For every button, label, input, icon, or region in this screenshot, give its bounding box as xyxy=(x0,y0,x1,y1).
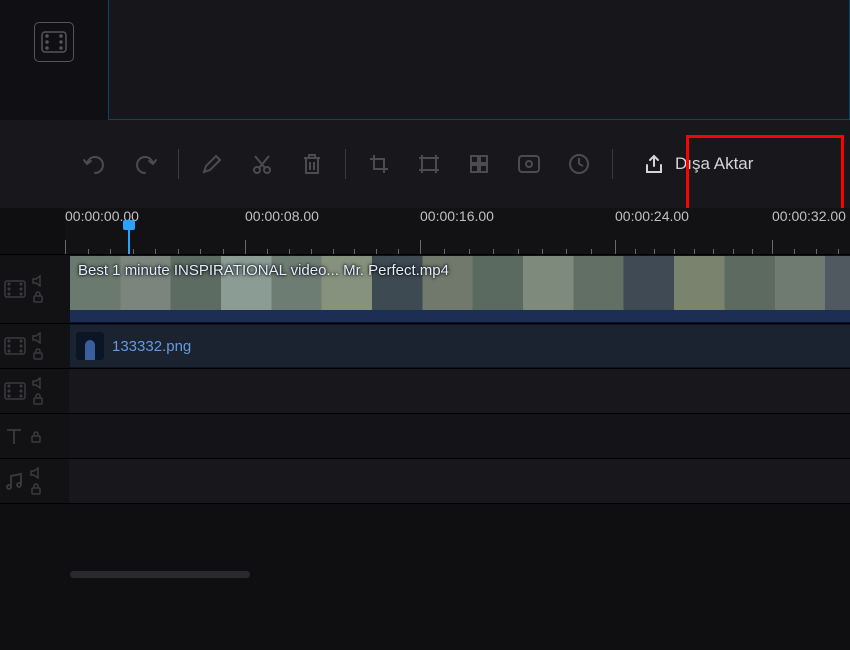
filmstrip-icon xyxy=(4,382,26,400)
export-label: Dışa Aktar xyxy=(675,154,753,174)
image-clip[interactable]: 133332.png xyxy=(69,324,850,368)
toolbar-divider xyxy=(612,149,613,179)
media-area xyxy=(0,0,850,120)
lock-icon[interactable] xyxy=(30,430,42,443)
export-button[interactable]: Dışa Aktar xyxy=(625,145,771,183)
track-body[interactable] xyxy=(69,369,850,413)
transform-button[interactable] xyxy=(404,144,454,184)
music-icon xyxy=(4,471,24,491)
timecode-label: 00:00:16.00 xyxy=(420,208,494,224)
media-sidebar xyxy=(0,0,108,120)
speed-button[interactable] xyxy=(554,144,604,184)
track-body[interactable]: 133332.png xyxy=(69,324,850,368)
edit-button[interactable] xyxy=(187,144,237,184)
timeline-footer xyxy=(0,503,850,584)
track-body[interactable] xyxy=(69,459,850,503)
horizontal-scrollbar[interactable] xyxy=(70,571,250,578)
video-track-2[interactable]: 133332.png xyxy=(0,323,850,368)
track-head xyxy=(0,369,69,413)
lock-icon[interactable] xyxy=(32,347,46,360)
audio-track[interactable] xyxy=(0,458,850,503)
lock-icon[interactable] xyxy=(32,392,46,405)
clip-label: Best 1 minute INSPIRATIONAL video... Mr.… xyxy=(78,262,449,279)
delete-button[interactable] xyxy=(287,144,337,184)
cut-button[interactable] xyxy=(237,144,287,184)
timeline-tracks: Best 1 minute INSPIRATIONAL video... Mr.… xyxy=(0,254,850,584)
undo-button[interactable] xyxy=(70,144,120,184)
track-head xyxy=(0,459,69,503)
video-clip[interactable]: Best 1 minute INSPIRATIONAL video... Mr.… xyxy=(69,255,850,323)
video-track-3[interactable] xyxy=(0,368,850,413)
clip-thumbnail xyxy=(76,332,104,360)
export-icon xyxy=(643,153,665,175)
clip-label: 133332.png xyxy=(112,338,191,355)
media-tab-button[interactable] xyxy=(34,22,74,62)
toolbar-divider xyxy=(345,149,346,179)
mosaic-button[interactable] xyxy=(454,144,504,184)
timeline-toolbar: Dışa Aktar xyxy=(0,120,850,208)
mute-icon[interactable] xyxy=(32,275,46,287)
lock-icon[interactable] xyxy=(32,290,46,303)
video-track-1[interactable]: Best 1 minute INSPIRATIONAL video... Mr.… xyxy=(0,254,850,323)
preview-panel[interactable] xyxy=(108,0,850,120)
time-ruler[interactable]: 00:00:00.00 00:00:08.00 00:00:16.00 00:0… xyxy=(65,208,850,254)
playhead[interactable] xyxy=(128,228,130,254)
lock-icon[interactable] xyxy=(30,482,44,495)
timecode-label: 00:00:08.00 xyxy=(245,208,319,224)
filmstrip-icon xyxy=(4,337,26,355)
track-head xyxy=(0,255,69,323)
text-icon xyxy=(4,426,24,446)
crop-button[interactable] xyxy=(354,144,404,184)
text-track[interactable] xyxy=(0,413,850,458)
track-head xyxy=(0,324,69,368)
mute-icon[interactable] xyxy=(32,377,46,389)
filmstrip-icon xyxy=(4,280,26,298)
mute-icon[interactable] xyxy=(32,332,46,344)
toolbar-divider xyxy=(178,149,179,179)
track-body[interactable] xyxy=(69,414,850,458)
mute-icon[interactable] xyxy=(30,467,44,479)
track-head xyxy=(0,414,69,458)
track-body[interactable]: Best 1 minute INSPIRATIONAL video... Mr.… xyxy=(69,255,850,323)
freeze-frame-button[interactable] xyxy=(504,144,554,184)
timecode-label: 00:00:32.00 xyxy=(772,208,846,224)
redo-button[interactable] xyxy=(120,144,170,184)
timecode-label: 00:00:24.00 xyxy=(615,208,689,224)
